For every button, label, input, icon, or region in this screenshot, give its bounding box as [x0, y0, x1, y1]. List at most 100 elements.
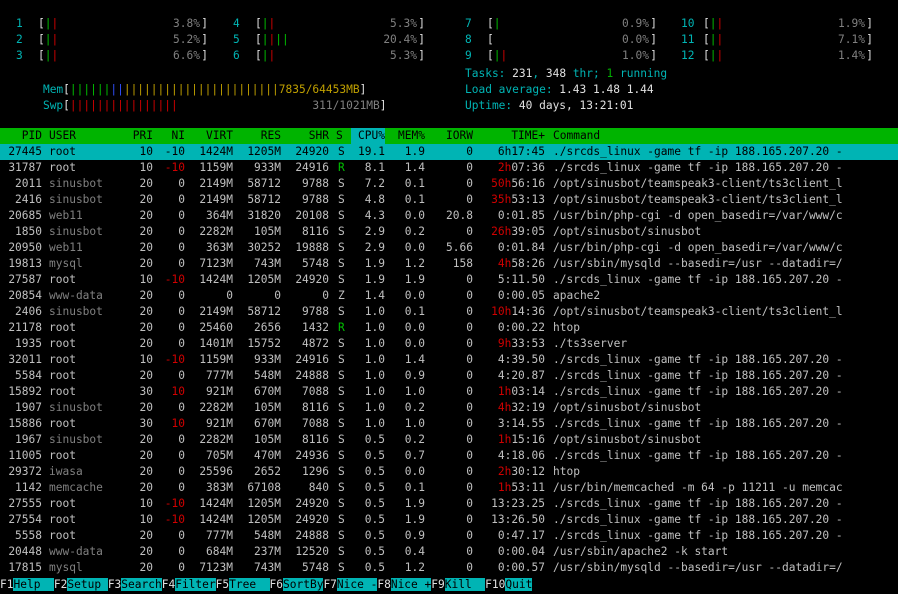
process-row[interactable]: 1907 sinusbot 20 0 2282M 105M 8116 S 1.0 0.2 0 4h32…: [0, 400, 898, 416]
process-row[interactable]: 20854 www-data 20 0 0 0 0 Z 1.4 0.0 0 0:00.05 apache…: [0, 288, 898, 304]
process-row[interactable]: 1935 root 20 0 1401M 15752 4872 S 1.0 0.0 0 9h33:53…: [0, 336, 898, 352]
cpu-meter-11: 11 [|| 7.1%]: [681, 33, 873, 46]
process-row[interactable]: 17815 mysql 20 0 7123M 743M 5748 S 0.5 1.2 0 0:00.5…: [0, 560, 898, 576]
col-res[interactable]: RES: [240, 128, 281, 144]
col-mem[interactable]: MEM%: [391, 128, 425, 144]
cpu-value: 1.4%: [838, 49, 865, 62]
cell-ni: 0: [178, 433, 185, 446]
cpu-value: 5.2%: [173, 33, 200, 46]
cell-shr: 24920: [295, 273, 329, 286]
process-row[interactable]: 20448 www-data 20 0 684M 237M 12520 S 0.5 0.4 0 0:0…: [0, 544, 898, 560]
process-row[interactable]: 20685 web11 20 0 364M 31820 20108 S 4.3 0.0 20.8 0:…: [0, 208, 898, 224]
cell-cmd: htop: [553, 321, 580, 334]
cell-cpu: 1.0: [364, 353, 385, 366]
process-row[interactable]: 5584 root 20 0 777M 548M 24888 S 1.0 0.9 0 4:20.87.…: [0, 368, 898, 384]
col-state[interactable]: S: [336, 128, 343, 144]
cpu-meter-12: 12 [|| 1.4%]: [681, 49, 873, 62]
process-row[interactable]: 15892 root 30 10 921M 670M 7088 S 1.0 1.0 0 1h03:14…: [0, 384, 898, 400]
process-row[interactable]: 5558 root 20 0 777M 548M 24888 S 0.5 0.9 0 0:47.17.…: [0, 528, 898, 544]
process-row[interactable]: 1142 memcache 20 0 383M 67108 840 S 0.5 0.1 0 1h53:…: [0, 480, 898, 496]
cell-pid: 17815: [8, 561, 42, 574]
cpu-bar: |: [493, 17, 501, 30]
cell-cpu: 0.5: [364, 433, 385, 446]
process-row[interactable]: 32011 root 10 -10 1159M 933M 24916 S 1.0 1.4 0 4:39…: [0, 352, 898, 368]
col-shr[interactable]: SHR: [287, 128, 329, 144]
process-row[interactable]: 31787 root 10 -10 1159M 933M 24916 R 8.1 1.4 0 2h07…: [0, 160, 898, 176]
fkey-f3[interactable]: F3Search: [108, 578, 162, 591]
process-row[interactable]: 27587 root 10 -10 1424M 1205M 24920 S 1.9 1.9 0 5:1…: [0, 272, 898, 288]
fkey-label: Filter: [175, 578, 216, 591]
cell-shr: 20108: [295, 209, 329, 222]
cell-io: 20.8: [446, 209, 473, 222]
cpu-bar: ||: [44, 49, 59, 62]
cell-shr: 24916: [295, 161, 329, 174]
col-pid[interactable]: PID: [0, 128, 42, 144]
col-virt[interactable]: VIRT: [192, 128, 233, 144]
cell-res: 1205M: [247, 273, 281, 286]
cell-pid: 27587: [8, 273, 42, 286]
col-pri[interactable]: PRI: [120, 128, 153, 144]
cell-ni: 0: [178, 177, 185, 190]
fkey-f5[interactable]: F5Tree: [216, 578, 270, 591]
process-row[interactable]: 20950 web11 20 0 363M 30252 19888 S 2.9 0.0 5.66 0:…: [0, 240, 898, 256]
fkey-f4[interactable]: F4Filter: [162, 578, 216, 591]
cell-cpu: 1.0: [364, 385, 385, 398]
cell-pri: 20: [139, 465, 153, 478]
cpu-meter-1: 1 [|| 3.8%]: [16, 17, 208, 30]
process-row[interactable]: 2416 sinusbot 20 0 2149M 58712 9788 S 4.8 0.1 0 35h…: [0, 192, 898, 208]
fkey-f9[interactable]: F9Kill: [431, 578, 486, 591]
cell-time: 10h14:36: [491, 305, 545, 318]
cell-user: sinusbot: [49, 177, 103, 190]
process-row[interactable]: 11005 root 20 0 705M 470M 24936 S 0.5 0.7 0 4:18.06…: [0, 448, 898, 464]
cell-s: S: [338, 417, 345, 430]
col-iorw[interactable]: IORW: [439, 128, 473, 144]
cell-user: root: [49, 529, 76, 542]
process-row[interactable]: 19813 mysql 20 0 7123M 743M 5748 S 1.9 1.2 158 4h58…: [0, 256, 898, 272]
cell-ni: 0: [178, 257, 185, 270]
cell-shr: 4872: [302, 337, 329, 350]
fkey-f7[interactable]: F7Nice -: [323, 578, 378, 591]
cpu-meter-8: 8[0.0%]: [465, 33, 657, 46]
cell-s: S: [338, 465, 345, 478]
process-row[interactable]: 2011 sinusbot 20 0 2149M 58712 9788 S 7.2 0.1 0 50h…: [0, 176, 898, 192]
fkey-f1[interactable]: F1Help: [0, 578, 54, 591]
process-row[interactable]: 29372 iwasa 20 0 25596 2652 1296 S 0.5 0.0 0 2h30:1…: [0, 464, 898, 480]
cell-virt: 921M: [206, 385, 233, 398]
fkey-f8[interactable]: F8Nice +: [377, 578, 432, 591]
process-row[interactable]: 1850 sinusbot 20 0 2282M 105M 8116 S 2.9 0.2 0 26h3…: [0, 224, 898, 240]
cell-pri: 30: [139, 385, 153, 398]
fkey-f2[interactable]: F2Setup: [54, 578, 108, 591]
fkey-label: Quit: [505, 578, 533, 591]
col-cpu[interactable]: CPU%: [351, 128, 385, 144]
fkey-f6[interactable]: F6SortBy: [270, 578, 324, 591]
cell-cmd: ./srcds_linux -game tf -ip 188.165.207.2…: [553, 513, 843, 526]
col-time[interactable]: TIME+: [478, 128, 545, 144]
process-row[interactable]: 1967 sinusbot 20 0 2282M 105M 8116 S 0.5 0.2 0 1h15…: [0, 432, 898, 448]
process-row[interactable]: 27445 root 10 -10 1424M 1205M 24920 S 19.1 1.9 0 6h…: [0, 144, 898, 160]
cell-s: S: [338, 241, 345, 254]
cell-s: S: [338, 529, 345, 542]
process-row[interactable]: 21178 root 20 0 25460 2656 1432 R 1.0 0.0 0 0:00.22…: [0, 320, 898, 336]
cell-mem: 0.0: [404, 241, 425, 254]
col-command[interactable]: Command: [553, 128, 600, 144]
process-table-header[interactable]: PID USER PRI NI VIRT RES SHR S CPU% MEM%…: [0, 128, 898, 144]
cpu-value: 20.4%: [383, 33, 417, 46]
process-row[interactable]: 2406 sinusbot 20 0 2149M 58712 9788 S 1.0 0.1 0 10h…: [0, 304, 898, 320]
process-row[interactable]: 27555 root 10 -10 1424M 1205M 24920 S 0.5 1.9 0 13:…: [0, 496, 898, 512]
cell-res: 15752: [247, 337, 281, 350]
cell-ni: 0: [178, 481, 185, 494]
cell-cmd: ./srcds_linux -game tf -ip 188.165.207.2…: [553, 273, 843, 286]
fkey-f10[interactable]: F10Quit: [485, 578, 533, 591]
col-user[interactable]: USER: [49, 128, 76, 144]
process-row[interactable]: 15886 root 30 10 921M 670M 7088 S 1.0 1.0 0 3:14.55…: [0, 416, 898, 432]
cell-shr: 1432: [302, 321, 329, 334]
cell-pri: 20: [139, 321, 153, 334]
cell-user: root: [49, 385, 76, 398]
cell-virt: 2149M: [199, 305, 233, 318]
col-ni[interactable]: NI: [160, 128, 185, 144]
cell-io: 0: [466, 289, 473, 302]
cell-time: 0:00.04: [497, 545, 545, 558]
cell-cpu: 8.1: [364, 161, 385, 174]
cell-io: 0: [466, 321, 473, 334]
process-row[interactable]: 27554 root 10 -10 1424M 1205M 24920 S 0.5 1.9 0 13:…: [0, 512, 898, 528]
